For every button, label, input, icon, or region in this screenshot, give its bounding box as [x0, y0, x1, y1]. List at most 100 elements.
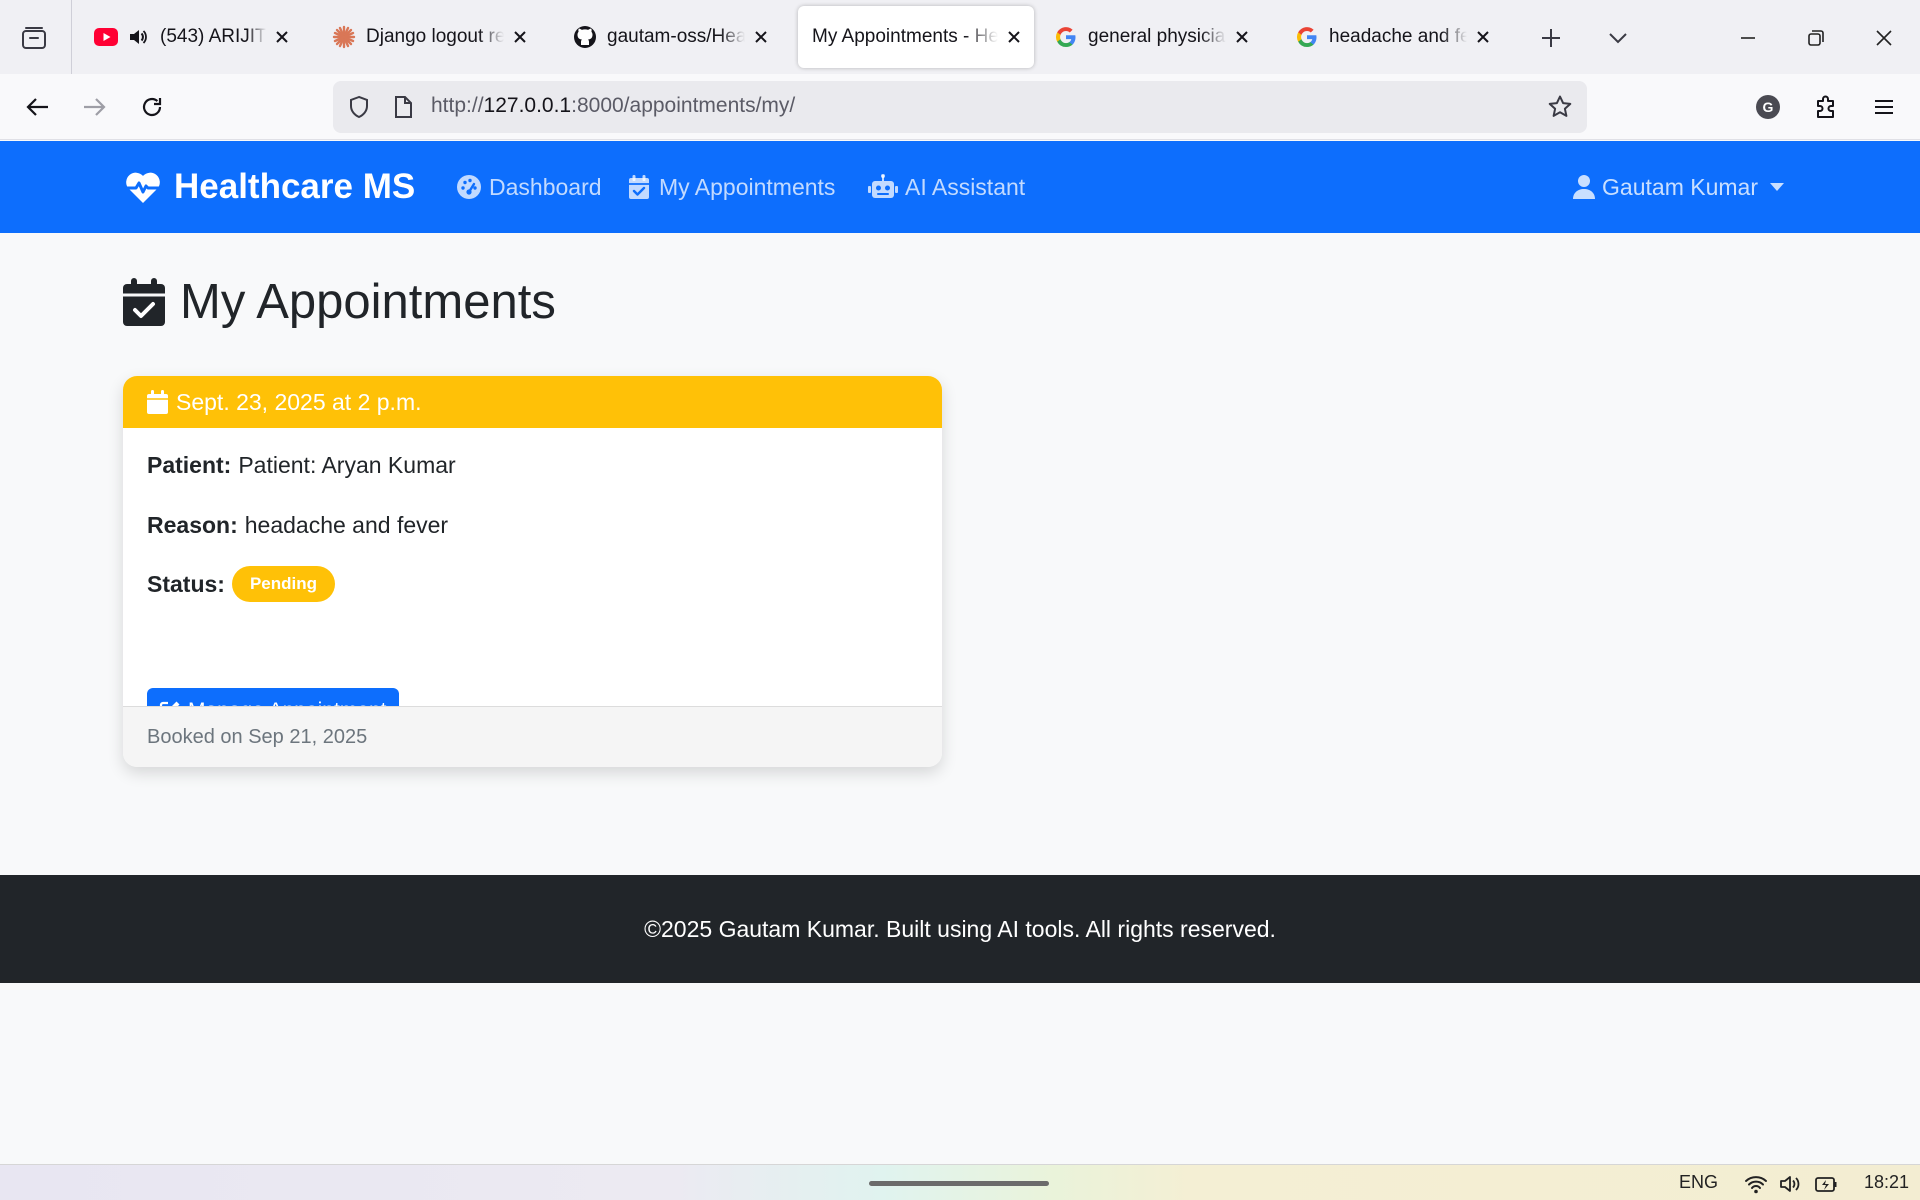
url-host: 127.0.0.1 — [483, 94, 572, 117]
tab-claude[interactable]: Django logout redirect — [314, 6, 540, 68]
patient-value: Patient: Aryan Kumar — [238, 452, 456, 478]
close-tab-icon[interactable] — [1473, 27, 1493, 47]
address-bar[interactable]: http://127.0.0.1:8000/appointments/my/ — [333, 81, 1587, 133]
tab-general-physician[interactable]: general physician - Google — [1036, 6, 1262, 68]
close-tab-icon[interactable] — [751, 27, 771, 47]
restore-icon — [1808, 30, 1824, 46]
account-button[interactable]: G — [1748, 87, 1788, 127]
status-field: Status: Pending — [147, 566, 336, 602]
patient-label: Patient: — [147, 452, 232, 478]
chevron-down-icon — [1609, 33, 1627, 44]
svg-text:G: G — [1763, 99, 1774, 115]
minimize-window-button[interactable] — [1730, 20, 1766, 56]
wifi-icon[interactable] — [1744, 1173, 1768, 1195]
battery-icon[interactable] — [1814, 1173, 1838, 1195]
tab-separator — [71, 0, 72, 74]
claude-icon — [332, 25, 356, 49]
nav-dashboard[interactable]: Dashboard — [456, 141, 602, 233]
os-taskbar: ENG 18:21 — [0, 1164, 1920, 1200]
tab-title: (543) ARIJIT SINGH — [160, 26, 266, 47]
appointment-card: Sept. 23, 2025 at 2 p.m. Patient: Patien… — [123, 376, 942, 767]
google-icon — [1295, 25, 1319, 49]
tab-title: Django logout redirect — [366, 26, 504, 47]
page-title-text: My Appointments — [180, 275, 556, 329]
speaker-icon[interactable] — [128, 27, 148, 47]
user-dropdown-toggle[interactable]: Gautam Kumar — [1573, 141, 1784, 233]
nav-ai-assistant[interactable]: AI Assistant — [868, 141, 1025, 233]
tab-youtube[interactable]: (543) ARIJIT SINGH — [76, 6, 302, 68]
gauge-icon — [457, 175, 481, 199]
nav-ai-assistant-label: AI Assistant — [905, 173, 1026, 200]
robot-icon — [868, 174, 898, 198]
tab-title: headache and fever - Google — [1329, 26, 1467, 47]
url-scheme: http:// — [431, 94, 484, 117]
shield-icon[interactable] — [345, 93, 373, 121]
patient-field: Patient: Patient: Aryan Kumar — [147, 452, 456, 479]
tab-title: gautam-oss/Healthcare — [607, 26, 745, 47]
calendar-check-icon — [123, 278, 165, 326]
forward-button[interactable] — [74, 87, 114, 127]
close-icon — [1876, 30, 1892, 46]
bookmark-star-icon[interactable] — [1545, 92, 1575, 122]
tab-list-icon — [22, 27, 46, 49]
tab-title: general physician - Google — [1088, 26, 1226, 47]
user-name: Gautam Kumar — [1602, 173, 1758, 200]
reason-value: headache and fever — [244, 512, 449, 538]
close-window-button[interactable] — [1866, 20, 1902, 56]
plus-icon — [1542, 29, 1560, 47]
status-label: Status: — [147, 570, 225, 597]
close-tab-icon[interactable] — [272, 27, 292, 47]
close-tab-icon[interactable] — [510, 27, 530, 47]
tab-manager-button[interactable] — [12, 20, 56, 56]
app-navbar: Healthcare MS Dashboard My Appointments … — [0, 141, 1920, 233]
browser-tab-strip: (543) ARIJIT SINGH Django logout redirec… — [0, 0, 1920, 74]
account-avatar-icon: G — [1756, 95, 1780, 119]
tab-github[interactable]: gautam-oss/Healthcare — [555, 6, 781, 68]
youtube-icon — [94, 25, 118, 49]
reload-icon — [142, 97, 162, 117]
heart-pulse-icon — [126, 172, 160, 203]
hamburger-icon — [1875, 100, 1893, 114]
volume-icon[interactable] — [1779, 1173, 1803, 1195]
list-all-tabs-button[interactable] — [1600, 20, 1636, 56]
arrow-right-icon — [84, 98, 106, 116]
tab-title: My Appointments - Healthcare MS — [812, 26, 998, 47]
reason-field: Reason: headache and fever — [147, 512, 448, 539]
calendar-icon — [147, 390, 168, 414]
page-title: My Appointments — [123, 272, 556, 332]
appointment-card-footer: Booked on Sep 21, 2025 — [123, 706, 942, 767]
github-icon — [573, 25, 597, 49]
site-footer: ©2025 Gautam Kumar. Built using AI tools… — [0, 875, 1920, 983]
nav-my-appointments-label: My Appointments — [659, 173, 836, 200]
user-icon — [1573, 175, 1596, 199]
tab-my-appointments[interactable]: My Appointments - Healthcare MS — [798, 6, 1034, 68]
minimize-icon — [1741, 37, 1755, 39]
new-tab-button[interactable] — [1533, 20, 1569, 56]
reload-button[interactable] — [132, 87, 172, 127]
arrow-left-icon — [26, 98, 48, 116]
language-indicator[interactable]: ENG — [1679, 1172, 1718, 1193]
nav-dashboard-label: Dashboard — [489, 173, 602, 200]
clock[interactable]: 18:21 — [1864, 1172, 1909, 1193]
footer-text: ©2025 Gautam Kumar. Built using AI tools… — [644, 915, 1276, 942]
booked-on-text: Booked on Sep 21, 2025 — [147, 725, 368, 748]
url-text[interactable]: http://127.0.0.1:8000/appointments/my/ — [431, 94, 795, 118]
appointment-card-header: Sept. 23, 2025 at 2 p.m. — [123, 376, 942, 428]
extensions-button[interactable] — [1806, 87, 1846, 127]
calendar-check-icon — [629, 175, 649, 199]
caret-down-icon — [1770, 183, 1784, 191]
back-button[interactable] — [18, 87, 58, 127]
taskbar-handle[interactable] — [869, 1181, 1049, 1186]
restore-window-button[interactable] — [1798, 20, 1834, 56]
brand-link[interactable]: Healthcare MS — [124, 141, 415, 233]
close-tab-icon[interactable] — [1232, 27, 1252, 47]
nav-my-appointments[interactable]: My Appointments — [626, 141, 835, 233]
close-tab-icon[interactable] — [1004, 27, 1024, 47]
browser-toolbar: http://127.0.0.1:8000/appointments/my/ G — [0, 74, 1920, 140]
tab-headache-and-fever[interactable]: headache and fever - Google — [1277, 6, 1503, 68]
menu-button[interactable] — [1864, 87, 1904, 127]
brand-name: Healthcare MS — [174, 167, 416, 206]
page-info-icon[interactable] — [389, 93, 417, 121]
puzzle-icon — [1817, 95, 1834, 118]
status-badge: Pending — [231, 566, 336, 602]
